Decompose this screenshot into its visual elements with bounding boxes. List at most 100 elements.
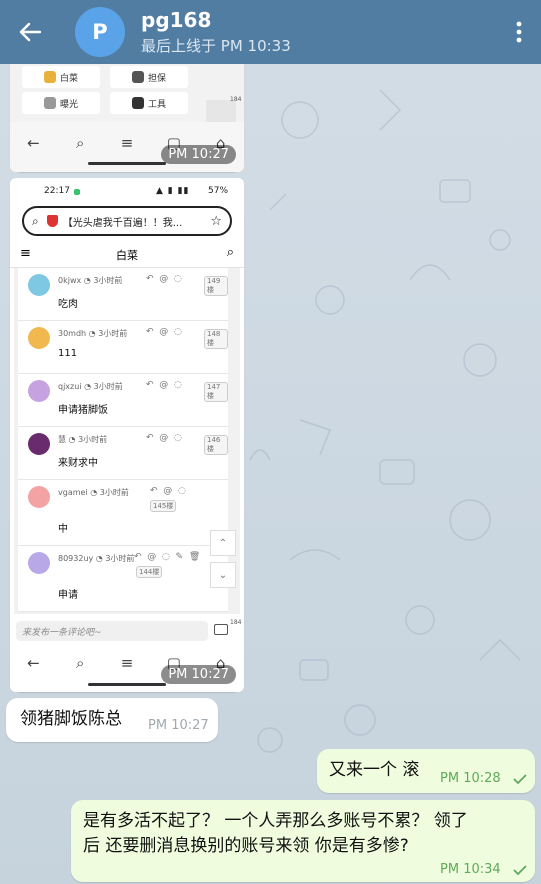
message-text-line-2: 后 还要删消息换别的账号来领 你是有多惨? bbox=[83, 836, 409, 856]
screenshot-image-2[interactable]: 22:17 ▲ ▮ ▮▮ 57% ⌕ 【光头虐我千百遍！！我... ☆ ≡ 白菜… bbox=[10, 178, 244, 692]
search-nav-icon: ⌕ bbox=[75, 134, 85, 152]
menu-nav-icon: ≡ bbox=[120, 654, 134, 672]
notification-dot-icon bbox=[74, 189, 80, 195]
comment-text: 申请 bbox=[58, 590, 78, 601]
comment-bubble-icon bbox=[214, 624, 228, 635]
avatar[interactable]: P bbox=[75, 7, 125, 57]
comment-item: 慧 ◔ 3小时前 ↶ @ ◌ 146楼 来财求中 bbox=[18, 427, 228, 480]
search-icon: ⌕ bbox=[226, 245, 234, 260]
floor-badge: 149楼 bbox=[204, 276, 228, 296]
comment-user: 慧 bbox=[58, 435, 66, 444]
comment-time: 3小时前 bbox=[105, 554, 135, 563]
topic-title: 白菜 bbox=[116, 249, 138, 262]
grid-label: 曝光 bbox=[59, 99, 78, 110]
scroll-down-button: ⌄ bbox=[210, 562, 236, 588]
home-indicator bbox=[88, 162, 166, 165]
image-timestamp: PM 10:27 bbox=[161, 665, 236, 684]
guarantee-icon bbox=[131, 71, 144, 83]
floor-badge: 147楼 bbox=[204, 382, 228, 402]
grid-label: 白菜 bbox=[59, 73, 78, 84]
comment-user: 80932uy bbox=[58, 554, 94, 563]
home-indicator bbox=[88, 683, 166, 686]
comment-actions: ↶ @ ◌ bbox=[146, 274, 182, 284]
menu-icon: ≡ bbox=[20, 246, 31, 261]
outgoing-text-message-1[interactable]: 又来一个 滚 PM 10:28 bbox=[317, 749, 535, 793]
comment-time: 3小时前 bbox=[99, 488, 129, 497]
search-text: 【光头虐我千百遍！！我... bbox=[62, 217, 183, 229]
phone-status-bar: 22:17 ▲ ▮ ▮▮ 57% bbox=[10, 186, 244, 200]
search-icon: ⌕ bbox=[32, 213, 39, 228]
comment-time: 3小时前 bbox=[78, 435, 108, 444]
grid-label: 工具 bbox=[147, 99, 166, 110]
scroll-up-button: ⌃ bbox=[210, 530, 236, 556]
grid-label: 担保 bbox=[147, 73, 166, 84]
comment-text: 申请猪脚饭 bbox=[58, 405, 108, 416]
check-icon bbox=[513, 865, 527, 875]
comment-input: 来发布一条评论吧~ bbox=[16, 621, 208, 641]
message-text: 又来一个 滚 bbox=[329, 760, 420, 780]
more-menu-button[interactable] bbox=[505, 14, 533, 50]
grid-item-exposure: 曝光 bbox=[22, 92, 100, 114]
arrow-left-icon bbox=[19, 22, 41, 42]
chat-header: P pg168 最后上线于 PM 10:33 bbox=[0, 0, 541, 64]
comment-item: 30mdh ◔ 3小时前 ↶ @ ◌ 148楼 111 bbox=[18, 321, 228, 374]
message-text: 领猪脚饭陈总 bbox=[20, 709, 122, 729]
comment-user: qjxzui bbox=[58, 382, 82, 391]
user-avatar bbox=[28, 486, 50, 508]
message-time: PM 10:34 bbox=[440, 862, 501, 877]
message-time: PM 10:28 bbox=[440, 771, 501, 786]
grid-item-cabbage: 白菜 bbox=[22, 66, 100, 88]
back-nav-icon: ← bbox=[27, 654, 40, 672]
star-icon: ☆ bbox=[210, 213, 222, 229]
menu-nav-icon: ≡ bbox=[120, 134, 134, 152]
battery-level: 57% bbox=[208, 186, 229, 196]
comment-actions: ↶ @ ◌ bbox=[146, 380, 182, 390]
incoming-text-message[interactable]: 领猪脚饭陈总 PM 10:27 bbox=[6, 698, 218, 742]
chat-title-block[interactable]: pg168 最后上线于 PM 10:33 bbox=[141, 9, 291, 56]
message-text-line-1: 是有多活不起了？ 一个人弄那么多账号不累？ 领了 bbox=[83, 811, 468, 831]
comment-text: 吃肉 bbox=[58, 299, 78, 310]
comment-user: 0kjwx bbox=[58, 276, 82, 285]
browser-search-bar: ⌕ 【光头虐我千百遍！！我... ☆ bbox=[22, 206, 232, 236]
comment-bar: 来发布一条评论吧~ 184 bbox=[10, 618, 244, 644]
floor-badge: 148楼 bbox=[204, 329, 228, 349]
comment-time: 3小时前 bbox=[93, 276, 123, 285]
message-time: PM 10:27 bbox=[148, 718, 209, 733]
floor-badge: 145楼 bbox=[150, 500, 177, 512]
search-nav-icon: ⌕ bbox=[75, 654, 85, 672]
back-button[interactable] bbox=[0, 0, 60, 64]
shield-icon bbox=[46, 215, 58, 227]
comment-user: vgamei bbox=[58, 488, 88, 497]
image-message-1[interactable]: 白菜 担保 曝光 工具 184 ← ⌕ ≡ ▢ ⌂ PM 10:27 bbox=[10, 50, 244, 172]
user-avatar bbox=[28, 327, 50, 349]
comment-actions: ↶ @ ◌ bbox=[146, 327, 182, 337]
grid-item-tools: 工具 bbox=[110, 92, 188, 114]
outgoing-text-message-2[interactable]: 是有多活不起了？ 一个人弄那么多账号不累？ 领了 后 还要删消息换别的账号来领 … bbox=[71, 800, 535, 882]
chat-name: pg168 bbox=[141, 7, 212, 32]
comment-text: 中 bbox=[58, 524, 68, 535]
exposure-icon bbox=[43, 97, 56, 109]
more-vertical-icon bbox=[516, 21, 522, 43]
cabbage-icon bbox=[43, 71, 56, 83]
tools-icon bbox=[131, 97, 144, 109]
last-seen-status: 最后上线于 PM 10:33 bbox=[141, 36, 291, 55]
comment-item: 0kjwx ◔ 3小时前 ↶ @ ◌ 149楼 吃肉 bbox=[18, 268, 228, 321]
check-icon bbox=[513, 774, 527, 784]
user-avatar bbox=[28, 552, 50, 574]
floor-badge: 146楼 bbox=[204, 435, 228, 455]
side-count: 184 bbox=[230, 96, 242, 103]
back-nav-icon: ← bbox=[27, 134, 40, 152]
comment-count: 184 bbox=[230, 619, 242, 626]
signal-icons: ▲ ▮ ▮▮ bbox=[156, 186, 190, 196]
user-avatar bbox=[28, 433, 50, 455]
topic-header: ≡ 白菜 ⌕ bbox=[10, 240, 244, 268]
phone-clock: 22:17 bbox=[44, 186, 70, 196]
comment-actions: ↶ @ ◌ bbox=[150, 486, 186, 496]
image-timestamp: PM 10:27 bbox=[161, 145, 236, 164]
comment-user: 30mdh bbox=[58, 329, 87, 338]
user-avatar bbox=[28, 380, 50, 402]
image-message-2[interactable]: 22:17 ▲ ▮ ▮▮ 57% ⌕ 【光头虐我千百遍！！我... ☆ ≡ 白菜… bbox=[10, 178, 244, 692]
comment-time: 3小时前 bbox=[98, 329, 128, 338]
comment-actions: ↶ @ ◌ bbox=[146, 433, 182, 443]
comment-time: 3小时前 bbox=[93, 382, 123, 391]
